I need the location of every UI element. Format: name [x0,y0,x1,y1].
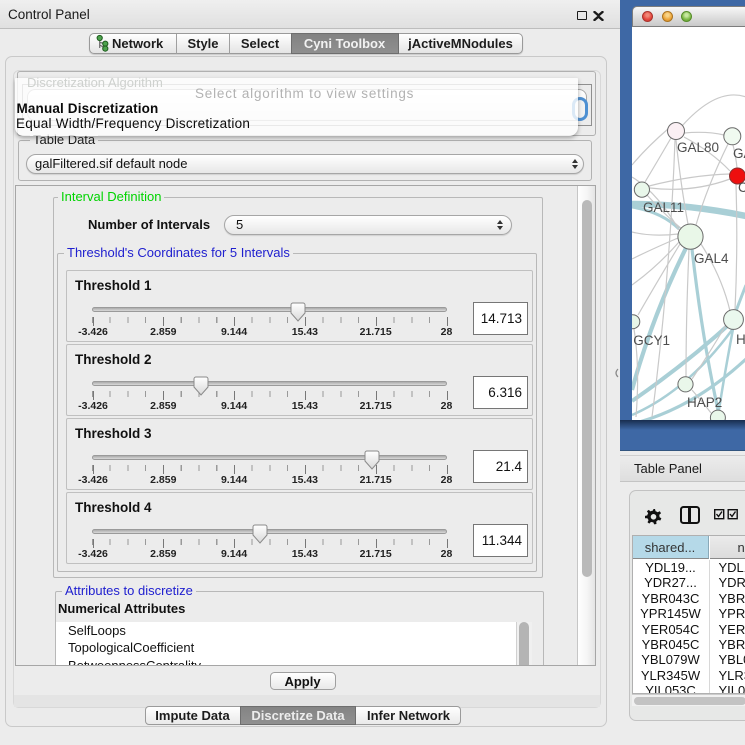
svg-text:GAL4: GAL4 [694,251,729,266]
svg-text:GAL11: GAL11 [643,200,684,215]
svg-text:GA: GA [733,146,745,161]
svg-text:GAL80: GAL80 [677,140,719,155]
svg-text:C: C [738,180,745,195]
svg-text:HAP2: HAP2 [687,395,722,410]
svg-text:H: H [736,332,745,347]
svg-text:GCY1: GCY1 [633,333,670,348]
